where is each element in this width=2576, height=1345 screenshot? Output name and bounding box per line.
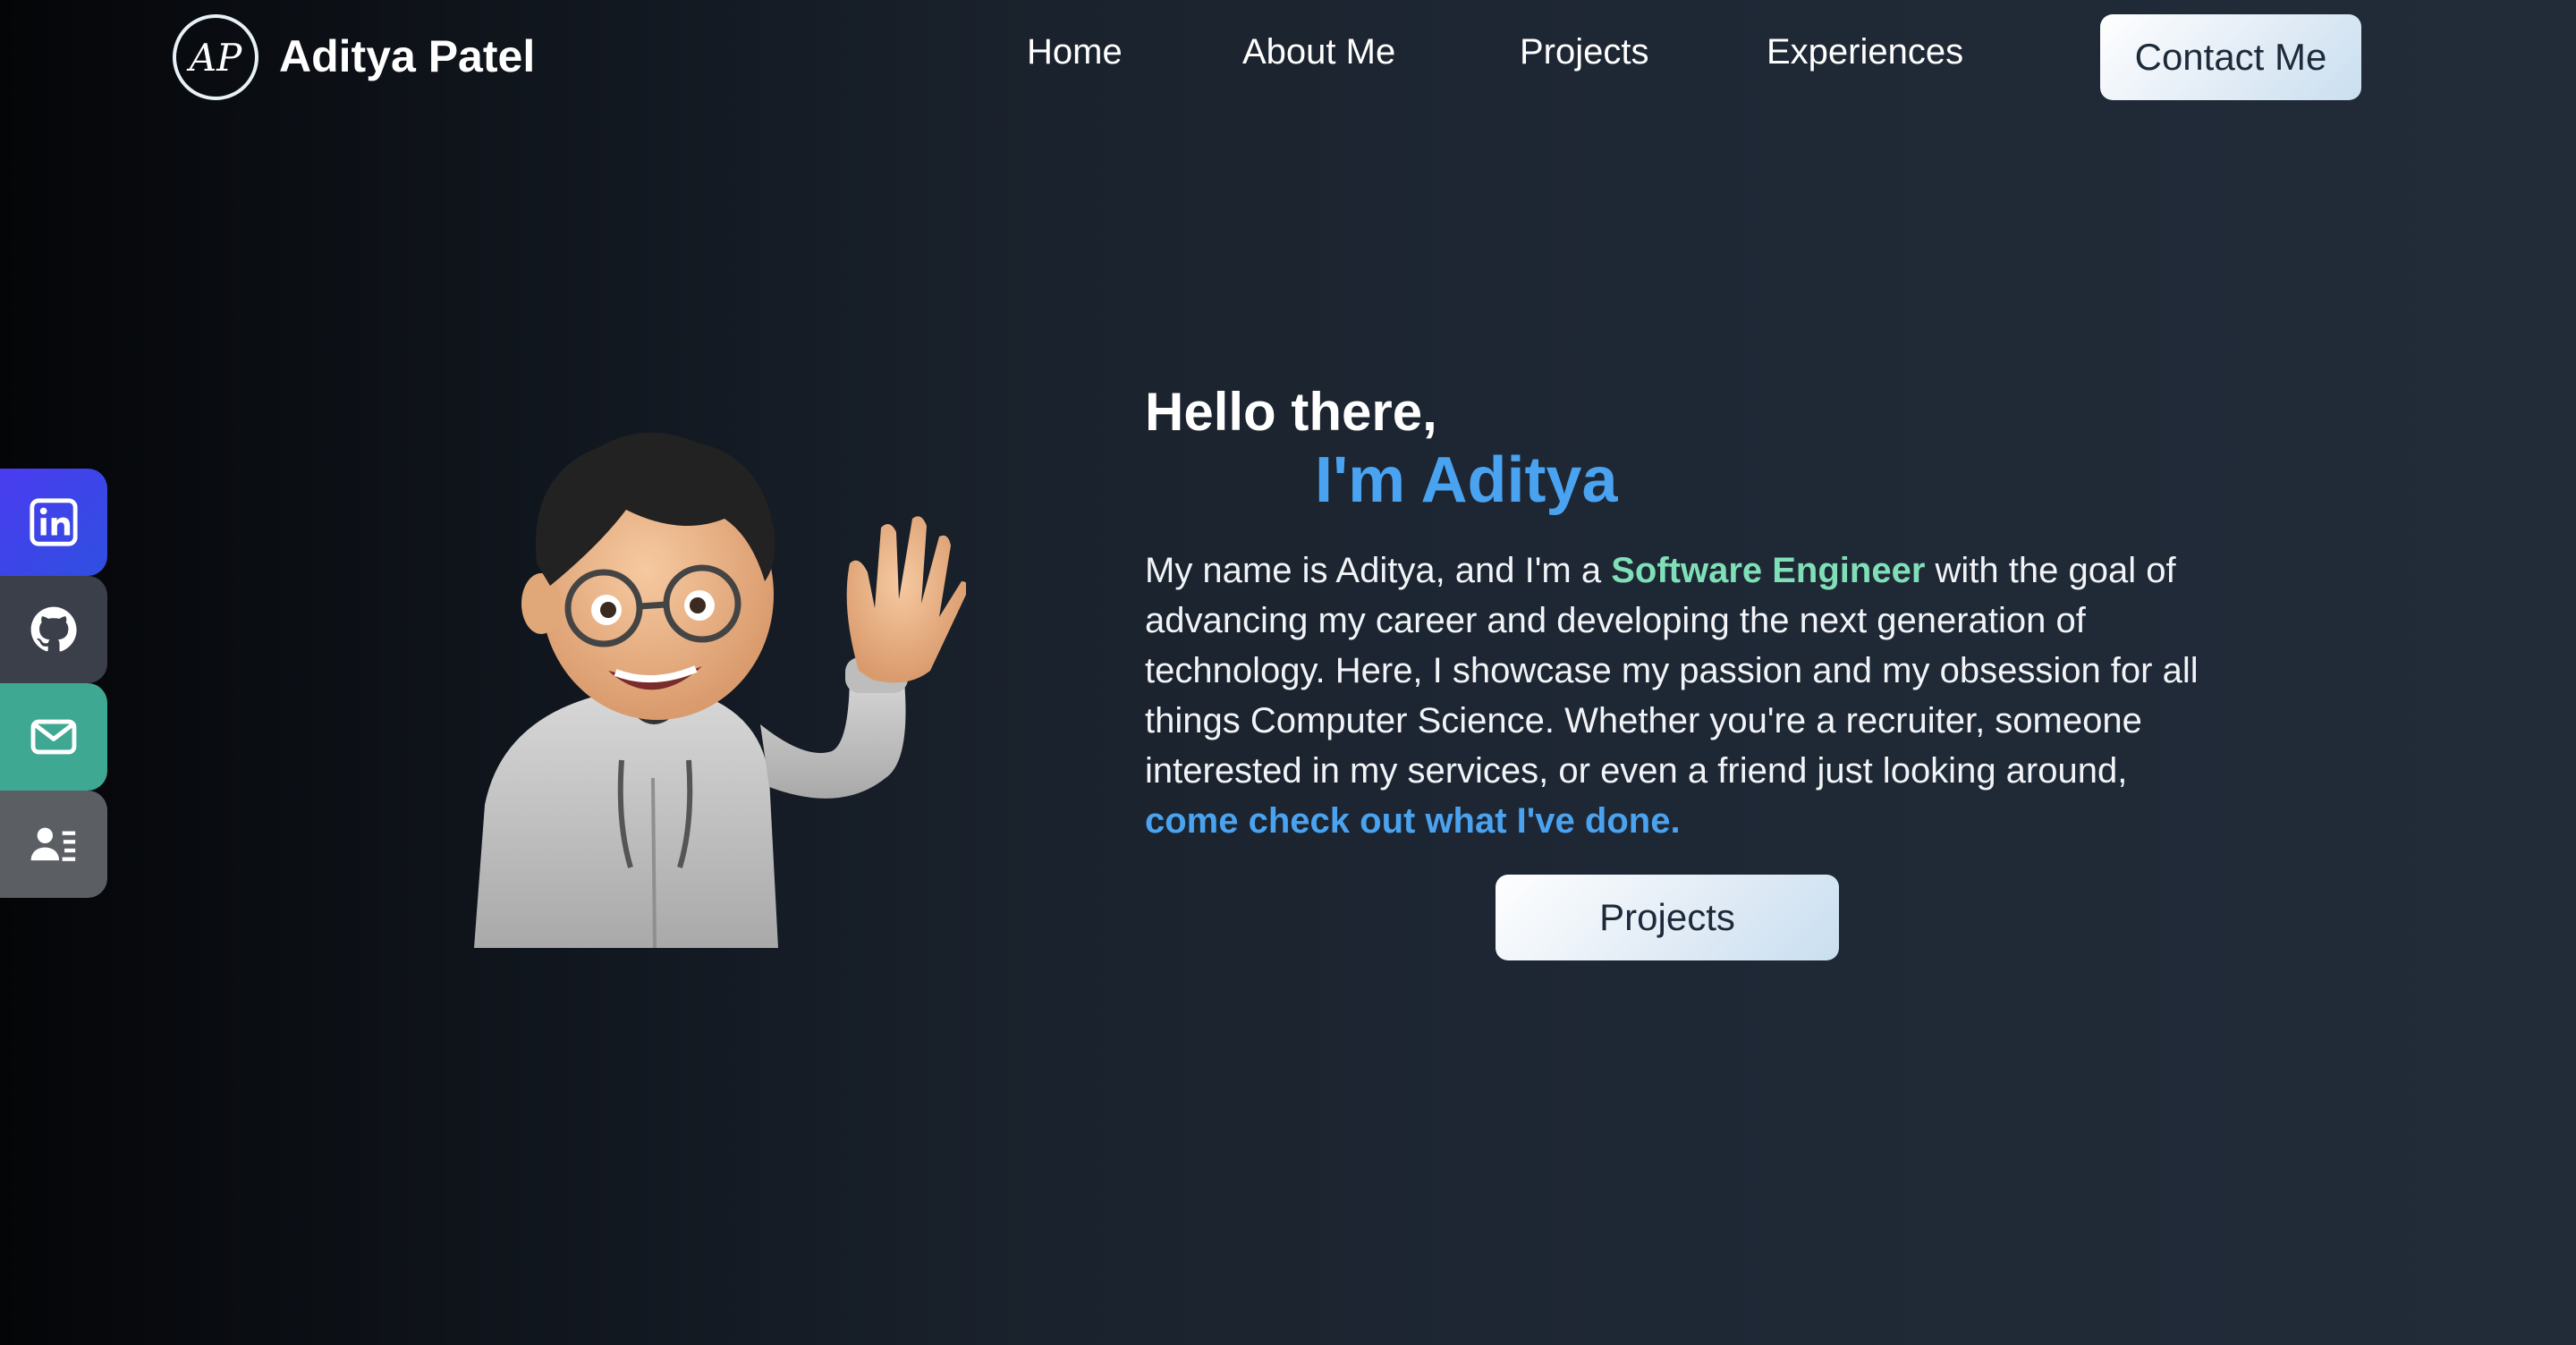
github-link[interactable] [0, 576, 107, 683]
brand-name[interactable]: Aditya Patel [279, 30, 535, 82]
email-link[interactable] [0, 683, 107, 791]
linkedin-icon [30, 498, 78, 546]
nav-experiences[interactable]: Experiences [1767, 32, 1963, 72]
contact-me-button[interactable]: Contact Me [2100, 14, 2361, 100]
memoji-avatar-waving [474, 432, 966, 948]
linkedin-link[interactable] [0, 469, 107, 576]
bio-intro: My name is Aditya, and I'm a [1145, 551, 1612, 590]
nav-about-me[interactable]: About Me [1242, 32, 1395, 72]
site-logo[interactable]: AP [173, 14, 258, 100]
nav-home[interactable]: Home [1027, 32, 1123, 72]
contact-card-icon [30, 827, 76, 861]
nav-projects[interactable]: Projects [1520, 32, 1649, 72]
projects-button[interactable]: Projects [1496, 875, 1839, 960]
bio-projects-link[interactable]: come check out what I've done. [1145, 801, 1681, 841]
logo-monogram: AP [189, 35, 242, 80]
mail-icon [30, 719, 77, 755]
hero-name: I'm Aditya [1315, 444, 1618, 516]
github-icon [30, 606, 77, 652]
bio-role: Software Engineer [1611, 551, 1926, 590]
resume-link[interactable] [0, 791, 107, 898]
hero-bio: My name is Aditya, and I'm a Software En… [1145, 546, 2200, 846]
hero-greeting: Hello there, [1145, 382, 1437, 442]
